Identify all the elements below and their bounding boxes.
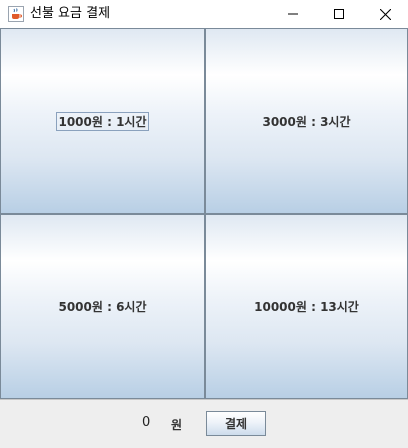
fare-option-grid: 1000원 : 1시간 3000원 : 3시간 5000원 : 6시간 1000… (0, 28, 408, 399)
prepaid-payment-window: 선불 요금 결제 1000원 : 1시간 3000원 : 3시간 5000원 :… (0, 0, 408, 448)
option-button-5000[interactable]: 5000원 : 6시간 (0, 214, 205, 399)
currency-unit-label: 원 (171, 418, 183, 432)
close-button[interactable] (362, 0, 408, 28)
amount-value: 0 (142, 415, 151, 430)
option-label: 3000원 : 3시간 (262, 114, 351, 129)
maximize-button[interactable] (316, 0, 362, 28)
maximize-icon (334, 9, 344, 19)
minimize-icon (288, 13, 298, 15)
java-cup-icon (8, 6, 24, 22)
payment-footer: 0 원 결제 (0, 399, 408, 448)
window-title: 선불 요금 결제 (30, 6, 111, 21)
pay-button[interactable]: 결제 (206, 411, 266, 436)
option-label: 1000원 : 1시간 (56, 111, 149, 131)
option-label: 5000원 : 6시간 (58, 300, 147, 314)
option-button-1000[interactable]: 1000원 : 1시간 (0, 28, 205, 214)
minimize-button[interactable] (270, 0, 316, 28)
title-bar: 선불 요금 결제 (0, 0, 408, 28)
close-icon (379, 8, 391, 20)
option-button-3000[interactable]: 3000원 : 3시간 (205, 28, 408, 214)
option-label: 10000원 : 13시간 (254, 300, 359, 314)
option-button-10000[interactable]: 10000원 : 13시간 (205, 214, 408, 399)
